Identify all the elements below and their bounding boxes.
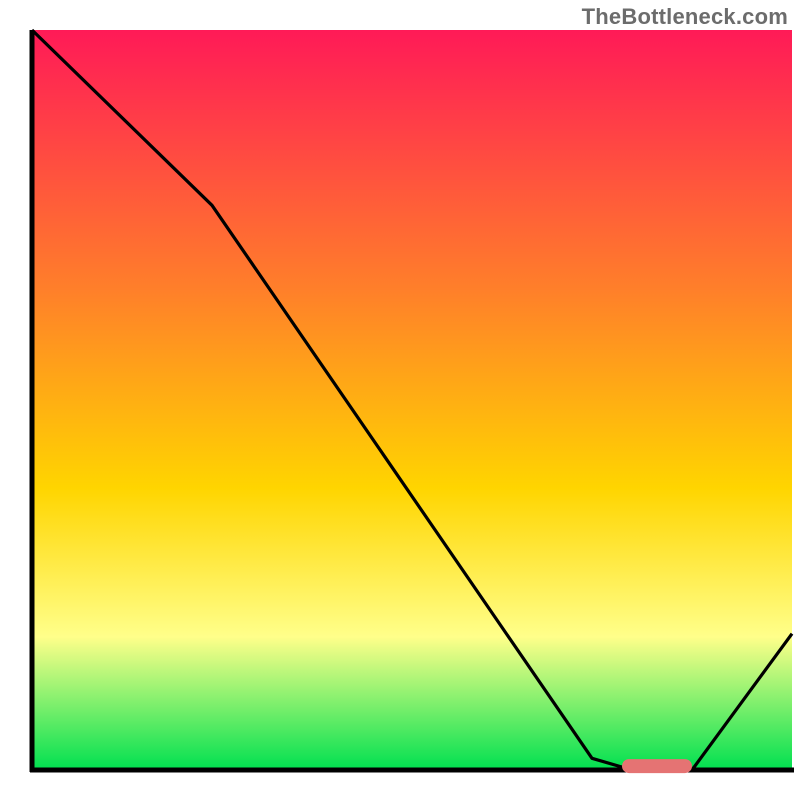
optimal-range-marker <box>622 759 692 773</box>
bottleneck-chart <box>0 0 800 800</box>
chart-container: TheBottleneck.com <box>0 0 800 800</box>
